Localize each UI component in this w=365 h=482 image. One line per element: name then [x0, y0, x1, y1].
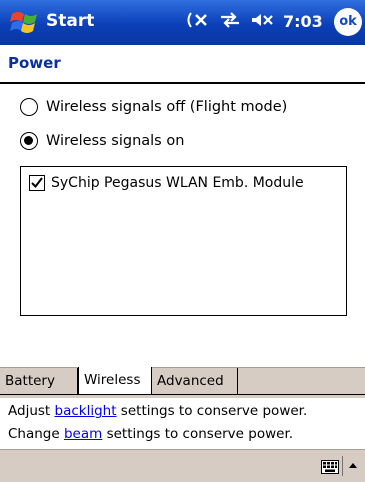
wireless-device-list[interactable]: SyChip Pegasus WLAN Emb. Module	[20, 166, 347, 316]
input-menu-arrow-icon[interactable]	[348, 460, 358, 473]
menubar-separator	[342, 456, 343, 476]
checkmark-icon	[31, 177, 43, 189]
start-menu-label[interactable]: Start	[46, 11, 94, 31]
ok-button[interactable]: ok	[334, 8, 362, 36]
menu-bar	[0, 450, 365, 482]
device-checkbox[interactable]	[29, 175, 45, 191]
backlight-link[interactable]: backlight	[55, 403, 117, 419]
radio-wireless-on[interactable]: Wireless signals on	[20, 129, 184, 153]
keyboard-icon[interactable]	[321, 459, 339, 478]
help-text: settings to conserve power.	[116, 403, 308, 419]
volume-muted-icon[interactable]	[251, 11, 275, 33]
tab-advanced[interactable]: Advanced	[152, 368, 238, 394]
radio-off-label[interactable]: Wireless signals off (Flight mode)	[46, 99, 287, 115]
help-text: Adjust	[8, 403, 55, 419]
title-bar: Start 7:03 ok	[0, 0, 365, 45]
status-icons	[185, 11, 275, 33]
clock[interactable]: 7:03	[283, 12, 323, 31]
sync-icon[interactable]	[219, 11, 241, 33]
connectivity-off-icon[interactable]	[185, 11, 209, 33]
help-line-beam: Change beam settings to conserve power.	[8, 426, 293, 442]
windows-start-logo-icon[interactable]	[9, 8, 41, 38]
device-label: SyChip Pegasus WLAN Emb. Module	[51, 175, 304, 191]
radio-wireless-off[interactable]: Wireless signals off (Flight mode)	[20, 95, 287, 119]
title-divider	[0, 82, 365, 84]
help-text: settings to conserve power.	[102, 426, 294, 442]
radio-off-icon[interactable]	[20, 98, 38, 116]
help-line-backlight: Adjust backlight settings to conserve po…	[8, 403, 307, 419]
list-item[interactable]: SyChip Pegasus WLAN Emb. Module	[29, 175, 304, 191]
radio-on-icon[interactable]	[20, 132, 38, 150]
beam-link[interactable]: beam	[64, 426, 102, 442]
tab-wireless[interactable]: Wireless	[78, 367, 152, 395]
tab-strip: Battery Wireless Advanced	[0, 367, 365, 398]
page-title: Power	[8, 54, 61, 72]
tab-line	[0, 394, 365, 395]
tab-battery[interactable]: Battery	[0, 368, 78, 394]
radio-on-label[interactable]: Wireless signals on	[46, 133, 184, 149]
help-text: Change	[8, 426, 64, 442]
